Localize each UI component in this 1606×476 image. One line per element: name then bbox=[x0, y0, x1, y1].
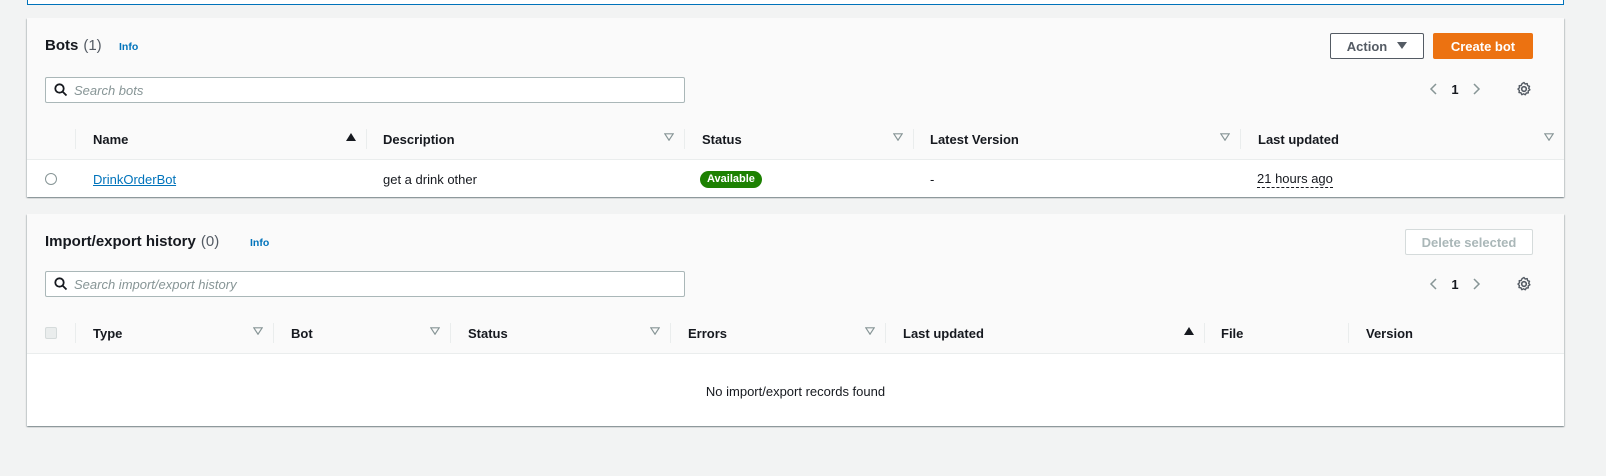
column-header-file[interactable]: File bbox=[1204, 312, 1349, 354]
settings-gear-icon[interactable] bbox=[1513, 78, 1535, 100]
history-panel: Import/export history (0) Info Delete sel… bbox=[27, 214, 1564, 426]
action-label: Action bbox=[1346, 38, 1388, 54]
bots-info-link[interactable]: Info bbox=[119, 41, 138, 53]
history-table-header: Type Bot Status Errors Last updated File… bbox=[27, 312, 1564, 354]
column-header-status[interactable]: Status bbox=[685, 118, 913, 160]
column-header-label: Description bbox=[383, 131, 455, 147]
next-page-icon[interactable] bbox=[1466, 77, 1488, 101]
history-pagination: 1 bbox=[1422, 272, 1488, 296]
column-header-type[interactable]: Type bbox=[76, 312, 273, 354]
status-badge: Available bbox=[700, 170, 762, 188]
empty-state-message: No import/export records found bbox=[705, 384, 886, 399]
bot-name-link[interactable]: DrinkOrderBot bbox=[93, 172, 176, 187]
bot-status-cell: Available bbox=[700, 161, 762, 197]
search-icon bbox=[46, 78, 74, 102]
table-row[interactable]: DrinkOrderBot get a drink other Availabl… bbox=[27, 161, 1564, 197]
last-updated-text[interactable]: 21 hours ago bbox=[1257, 171, 1333, 188]
history-title-text: Import/export history bbox=[45, 233, 196, 250]
sort-icon bbox=[664, 133, 674, 141]
column-header-label: Status bbox=[702, 131, 742, 147]
action-dropdown-button[interactable]: Action bbox=[1330, 33, 1424, 59]
sort-icon bbox=[1220, 133, 1230, 141]
caret-down-icon bbox=[1397, 42, 1408, 49]
column-header-label: File bbox=[1221, 325, 1244, 341]
column-header-label: Errors bbox=[688, 325, 728, 341]
select-all-checkbox[interactable] bbox=[45, 327, 57, 339]
column-header-label: Bot bbox=[291, 325, 313, 341]
column-header-label: Version bbox=[1366, 325, 1413, 341]
column-header-label: Last updated bbox=[903, 325, 984, 341]
row-select-radio[interactable] bbox=[45, 173, 57, 185]
bots-title: Bots (1) bbox=[45, 37, 102, 54]
search-icon bbox=[46, 272, 74, 296]
column-header-latest-version[interactable]: Latest Version bbox=[913, 118, 1240, 160]
column-header-version[interactable]: Version bbox=[1349, 312, 1564, 354]
column-header-label: Latest Version bbox=[930, 131, 1019, 147]
history-search-input[interactable] bbox=[74, 276, 684, 292]
column-header-label: Status bbox=[468, 325, 508, 341]
bot-last-updated-cell: 21 hours ago bbox=[1257, 161, 1333, 197]
history-info-link[interactable]: Info bbox=[250, 237, 269, 249]
prev-page-icon[interactable] bbox=[1422, 77, 1444, 101]
sort-icon bbox=[893, 133, 903, 141]
column-header-last-updated[interactable]: Last updated bbox=[1241, 118, 1564, 160]
bot-description-cell: get a drink other bbox=[383, 171, 477, 187]
sort-ascending-icon bbox=[346, 133, 356, 141]
history-count: (0) bbox=[200, 233, 220, 250]
sort-icon bbox=[430, 327, 440, 335]
sort-ascending-icon bbox=[1184, 327, 1194, 335]
column-header-label: Name bbox=[93, 131, 129, 147]
bot-name-cell: DrinkOrderBot bbox=[93, 161, 176, 197]
history-title: Import/export history (0) bbox=[45, 233, 219, 250]
column-header-errors[interactable]: Errors bbox=[671, 312, 885, 354]
sort-icon bbox=[865, 327, 875, 335]
column-header-bot[interactable]: Bot bbox=[274, 312, 450, 354]
bots-panel: Bots(1) Info Action Create bot 1 Name bbox=[27, 18, 1564, 197]
prev-page-icon[interactable] bbox=[1422, 272, 1444, 296]
bots-search[interactable] bbox=[45, 77, 685, 103]
next-page-icon[interactable] bbox=[1466, 272, 1488, 296]
bots-table-header: Name Description Status Latest Version L… bbox=[27, 118, 1564, 160]
column-header-label: Last updated bbox=[1258, 131, 1339, 147]
column-header-status[interactable]: Status bbox=[451, 312, 670, 354]
page-number[interactable]: 1 bbox=[1444, 277, 1466, 292]
column-header-name[interactable]: Name bbox=[76, 118, 366, 160]
column-header-description[interactable]: Description bbox=[366, 118, 684, 160]
bots-panel-header: Bots(1) Info Action Create bot 1 Name bbox=[27, 18, 1564, 160]
bot-latest-version-cell: - bbox=[930, 171, 935, 187]
column-header-last-updated[interactable]: Last updated bbox=[886, 312, 1204, 354]
page-number[interactable]: 1 bbox=[1444, 82, 1466, 97]
settings-gear-icon[interactable] bbox=[1513, 273, 1535, 295]
history-search[interactable] bbox=[45, 271, 685, 297]
delete-selected-button[interactable]: Delete selected bbox=[1405, 229, 1533, 255]
bots-search-input[interactable] bbox=[74, 82, 684, 98]
previous-panel-edge bbox=[27, 0, 1564, 5]
bots-count: (1) bbox=[83, 37, 102, 54]
history-panel-header: Import/export history (0) Info Delete sel… bbox=[27, 214, 1564, 354]
sort-icon bbox=[650, 327, 660, 335]
bots-title-text: Bots bbox=[45, 37, 79, 54]
sort-icon bbox=[253, 327, 263, 335]
sort-icon bbox=[1544, 133, 1554, 141]
bots-pagination: 1 bbox=[1422, 77, 1488, 101]
create-bot-button[interactable]: Create bot bbox=[1433, 33, 1533, 59]
column-header-label: Type bbox=[93, 325, 123, 341]
